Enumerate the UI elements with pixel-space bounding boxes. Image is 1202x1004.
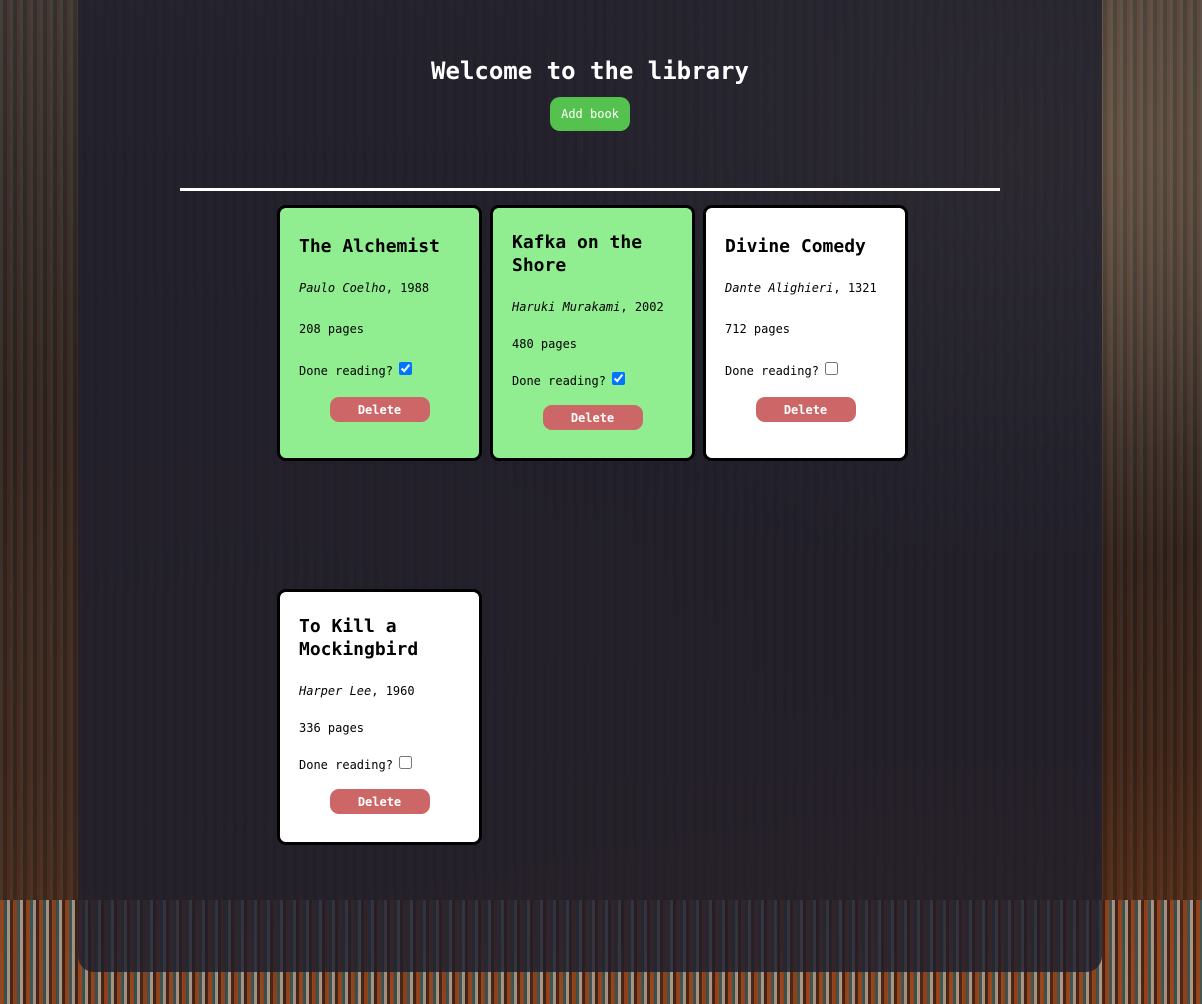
book-author-year: Paulo Coelho, 1988 (299, 280, 460, 296)
book-card: The Alchemist Paulo Coelho, 1988 208 pag… (277, 205, 482, 461)
book-title: Divine Comedy (725, 236, 866, 257)
add-book-button[interactable]: Add book (550, 97, 630, 131)
done-reading-label: Done reading? (725, 364, 819, 378)
book-title: Kafka on the Shore (512, 232, 643, 276)
book-author: Haruki Murakami (512, 300, 621, 314)
book-author: Dante Alighieri (725, 281, 834, 295)
done-reading-checkbox[interactable] (824, 361, 838, 375)
book-author-year: Harper Lee, 1960 (299, 683, 460, 699)
done-reading-row: Done reading? (725, 361, 886, 379)
book-pages: 480 pages (512, 337, 578, 351)
book-pages: 336 pages (299, 721, 365, 735)
book-author-year: Dante Alighieri, 1321 (725, 280, 886, 296)
done-reading-row: Done reading? (299, 755, 460, 773)
book-card: To Kill a Mockingbird Harper Lee, 1960 3… (277, 589, 482, 845)
book-year: , 2002 (620, 300, 664, 314)
done-reading-label: Done reading? (299, 364, 393, 378)
book-author: Harper Lee (299, 684, 372, 698)
done-reading-label: Done reading? (512, 374, 606, 388)
divider (180, 188, 1000, 191)
delete-button[interactable]: Delete (329, 789, 430, 814)
done-reading-checkbox[interactable] (398, 361, 412, 375)
book-year: , 1988 (385, 281, 430, 295)
delete-button[interactable]: Delete (329, 397, 430, 422)
book-author-year: Haruki Murakami, 2002 (512, 299, 673, 315)
book-pages: 712 pages (725, 322, 791, 336)
book-title: To Kill a Mockingbird (299, 616, 419, 660)
done-reading-label: Done reading? (299, 758, 393, 772)
done-reading-row: Done reading? (299, 361, 460, 379)
book-title: The Alchemist (299, 236, 440, 257)
header: Welcome to the library Add book (78, 55, 1102, 131)
done-reading-checkbox[interactable] (611, 371, 625, 385)
book-card: Kafka on the Shore Haruki Murakami, 2002… (490, 205, 695, 461)
page-title: Welcome to the library (431, 57, 749, 85)
delete-button[interactable]: Delete (542, 405, 643, 430)
delete-button[interactable]: Delete (755, 397, 856, 422)
library-panel: Welcome to the library Add book The Alch… (78, 0, 1102, 972)
book-pages: 208 pages (299, 322, 365, 336)
done-reading-row: Done reading? (512, 371, 673, 389)
book-author: Paulo Coelho (299, 281, 386, 295)
book-card: Divine Comedy Dante Alighieri, 1321 712 … (703, 205, 908, 461)
book-year: , 1960 (371, 684, 415, 698)
done-reading-checkbox[interactable] (398, 755, 412, 769)
book-year: , 1321 (833, 281, 877, 295)
